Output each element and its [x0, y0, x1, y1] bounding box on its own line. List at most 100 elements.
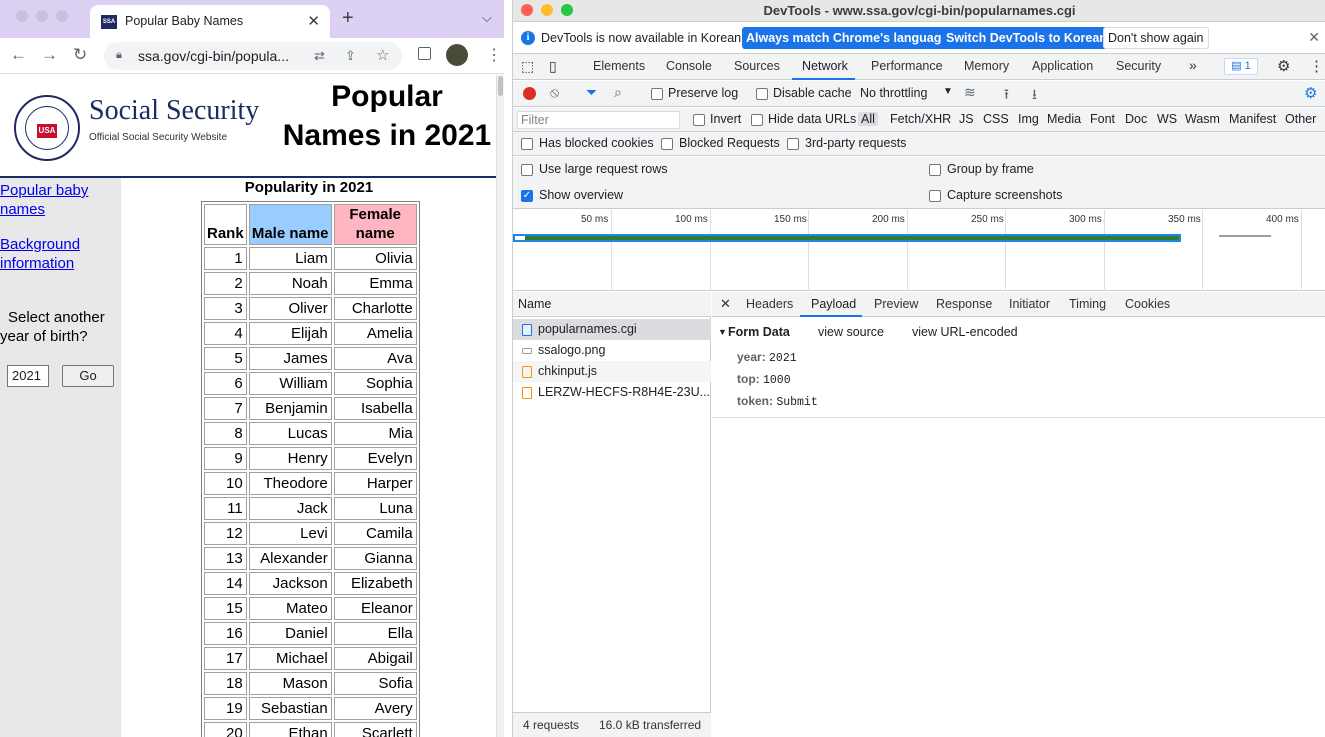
filter-type-media[interactable]: Media: [1047, 112, 1081, 126]
page-scrollbar-thumb[interactable]: [498, 76, 503, 96]
filter-type-img[interactable]: Img: [1018, 112, 1039, 126]
third-party-checkbox[interactable]: [787, 138, 799, 150]
close-tab-icon[interactable]: ✕: [307, 12, 320, 30]
filter-type-ws[interactable]: WS: [1157, 112, 1177, 126]
filter-type-other[interactable]: Other: [1285, 112, 1316, 126]
filter-type-doc[interactable]: Doc: [1125, 112, 1147, 126]
switch-to-korean-button[interactable]: Switch DevTools to Korean: [942, 27, 1111, 49]
tab-preview[interactable]: Preview: [874, 297, 918, 311]
filter-input[interactable]: Filter: [517, 111, 680, 129]
record-icon[interactable]: [523, 87, 536, 100]
tab-payload[interactable]: Payload: [811, 297, 856, 311]
expand-triangle-icon[interactable]: ▼: [718, 327, 727, 337]
capture-screenshots-checkbox[interactable]: [929, 190, 941, 202]
new-tab-icon[interactable]: +: [342, 8, 354, 28]
clear-icon[interactable]: ⦸: [550, 84, 559, 101]
female-name-cell: Harper: [333, 472, 417, 495]
name-column-header[interactable]: Name: [513, 292, 711, 317]
female-name-cell: Sofia: [333, 672, 417, 695]
tab-application[interactable]: Application: [1032, 59, 1093, 73]
blocked-requests-label: Blocked Requests: [679, 136, 780, 150]
large-rows-checkbox[interactable]: [521, 164, 533, 176]
inspect-element-icon[interactable]: ⬚: [521, 58, 534, 75]
disable-cache-checkbox[interactable]: [756, 88, 768, 100]
filter-funnel-icon[interactable]: ⏷: [586, 84, 597, 101]
filter-type-wasm[interactable]: Wasm: [1185, 112, 1220, 126]
tab-cookies[interactable]: Cookies: [1125, 297, 1170, 311]
close-window-button[interactable]: [16, 10, 28, 22]
request-row[interactable]: LERZW-HECFS-R8H4E-23U...: [513, 382, 711, 403]
filter-type-css[interactable]: CSS: [983, 112, 1009, 126]
forward-icon[interactable]: →: [41, 46, 58, 64]
tab-network[interactable]: Network: [802, 59, 848, 73]
background-information-link[interactable]: Background information: [0, 235, 80, 273]
search-icon[interactable]: ⌕: [614, 84, 622, 101]
filter-type-manifest[interactable]: Manifest: [1229, 112, 1276, 126]
tab-sources[interactable]: Sources: [734, 59, 780, 73]
tab-performance[interactable]: Performance: [871, 59, 943, 73]
translate-icon[interactable]: ⇄: [314, 48, 325, 64]
tab-console[interactable]: Console: [666, 59, 712, 73]
request-row[interactable]: popularnames.cgi: [513, 319, 711, 340]
group-by-frame-checkbox[interactable]: [929, 164, 941, 176]
import-har-icon[interactable]: ⭱: [1004, 84, 1009, 108]
always-match-language-button[interactable]: Always match Chrome's language: [742, 27, 953, 49]
minimize-window-button[interactable]: [36, 10, 48, 22]
zoom-window-button[interactable]: [56, 10, 68, 22]
view-url-encoded-link[interactable]: view URL-encoded: [912, 325, 1018, 339]
network-settings-icon[interactable]: ⚙: [1304, 84, 1317, 102]
hide-data-urls-checkbox[interactable]: [751, 114, 763, 126]
export-har-icon[interactable]: ⭳: [1032, 84, 1037, 108]
form-data-title[interactable]: Form Data: [728, 325, 790, 339]
tab-initiator[interactable]: Initiator: [1009, 297, 1050, 311]
filter-type-all[interactable]: All: [858, 112, 878, 126]
browser-menu-icon[interactable]: ⋮: [486, 45, 502, 65]
bookmark-star-icon[interactable]: ☆: [376, 46, 389, 64]
invert-checkbox[interactable]: [693, 114, 705, 126]
browser-tab[interactable]: SSA Popular Baby Names ✕: [90, 5, 330, 38]
address-url[interactable]: ssa.gov/cgi-bin/popula...: [138, 48, 289, 64]
customize-menu-icon[interactable]: ⋮: [1309, 57, 1324, 75]
tab-timing[interactable]: Timing: [1069, 297, 1106, 311]
tab-headers[interactable]: Headers: [746, 297, 793, 311]
male-name-cell: Michael: [248, 647, 332, 670]
tab-memory[interactable]: Memory: [964, 59, 1009, 73]
request-row[interactable]: ssalogo.png: [513, 340, 711, 361]
page-scrollbar[interactable]: [496, 75, 504, 737]
lock-icon[interactable]: 🔒︎: [116, 49, 122, 62]
close-detail-icon[interactable]: ✕: [720, 296, 731, 312]
filter-type-js[interactable]: JS: [959, 112, 974, 126]
back-icon[interactable]: ←: [10, 46, 27, 64]
year-input[interactable]: 2021: [7, 365, 49, 387]
tab-elements[interactable]: Elements: [593, 59, 645, 73]
profile-avatar[interactable]: [446, 44, 468, 66]
filter-type-fetch-xhr[interactable]: Fetch/XHR: [890, 112, 951, 126]
infobar-close-icon[interactable]: ✕: [1308, 29, 1320, 46]
address-bar[interactable]: 🔒︎ ssa.gov/cgi-bin/popula... ⇄ ⇪ ☆: [104, 42, 402, 70]
tab-search-chevron-icon[interactable]: ⌵: [482, 10, 492, 26]
device-toolbar-icon[interactable]: ▯: [549, 58, 557, 75]
settings-gear-icon[interactable]: ⚙: [1277, 57, 1290, 75]
popular-baby-names-link[interactable]: Popular baby names: [0, 181, 88, 219]
request-row[interactable]: chkinput.js: [513, 361, 711, 382]
view-source-link[interactable]: view source: [818, 325, 884, 339]
preserve-log-checkbox[interactable]: [651, 88, 663, 100]
tab-security[interactable]: Security: [1116, 59, 1161, 73]
dont-show-again-button[interactable]: Don't show again: [1103, 27, 1209, 49]
side-panel-icon[interactable]: [418, 47, 431, 60]
tab-response[interactable]: Response: [936, 297, 992, 311]
show-overview-checkbox[interactable]: ✓: [521, 190, 533, 202]
reload-icon[interactable]: ↻: [73, 46, 87, 64]
network-conditions-icon[interactable]: ≋: [964, 84, 976, 101]
more-tabs-icon[interactable]: »: [1189, 57, 1197, 73]
filter-type-font[interactable]: Font: [1090, 112, 1115, 126]
ssa-site-title[interactable]: Social Security: [89, 95, 259, 127]
has-blocked-cookies-checkbox[interactable]: [521, 138, 533, 150]
share-icon[interactable]: ⇪: [345, 48, 356, 64]
issues-badge[interactable]: ▤ 1: [1224, 58, 1258, 75]
throttling-select[interactable]: No throttling: [860, 86, 927, 100]
network-overview[interactable]: 50 ms 100 ms 150 ms 200 ms 250 ms 300 ms…: [513, 210, 1325, 291]
throttling-dropdown-icon[interactable]: ▼: [943, 86, 953, 97]
blocked-requests-checkbox[interactable]: [661, 138, 673, 150]
go-button[interactable]: Go: [62, 365, 114, 387]
